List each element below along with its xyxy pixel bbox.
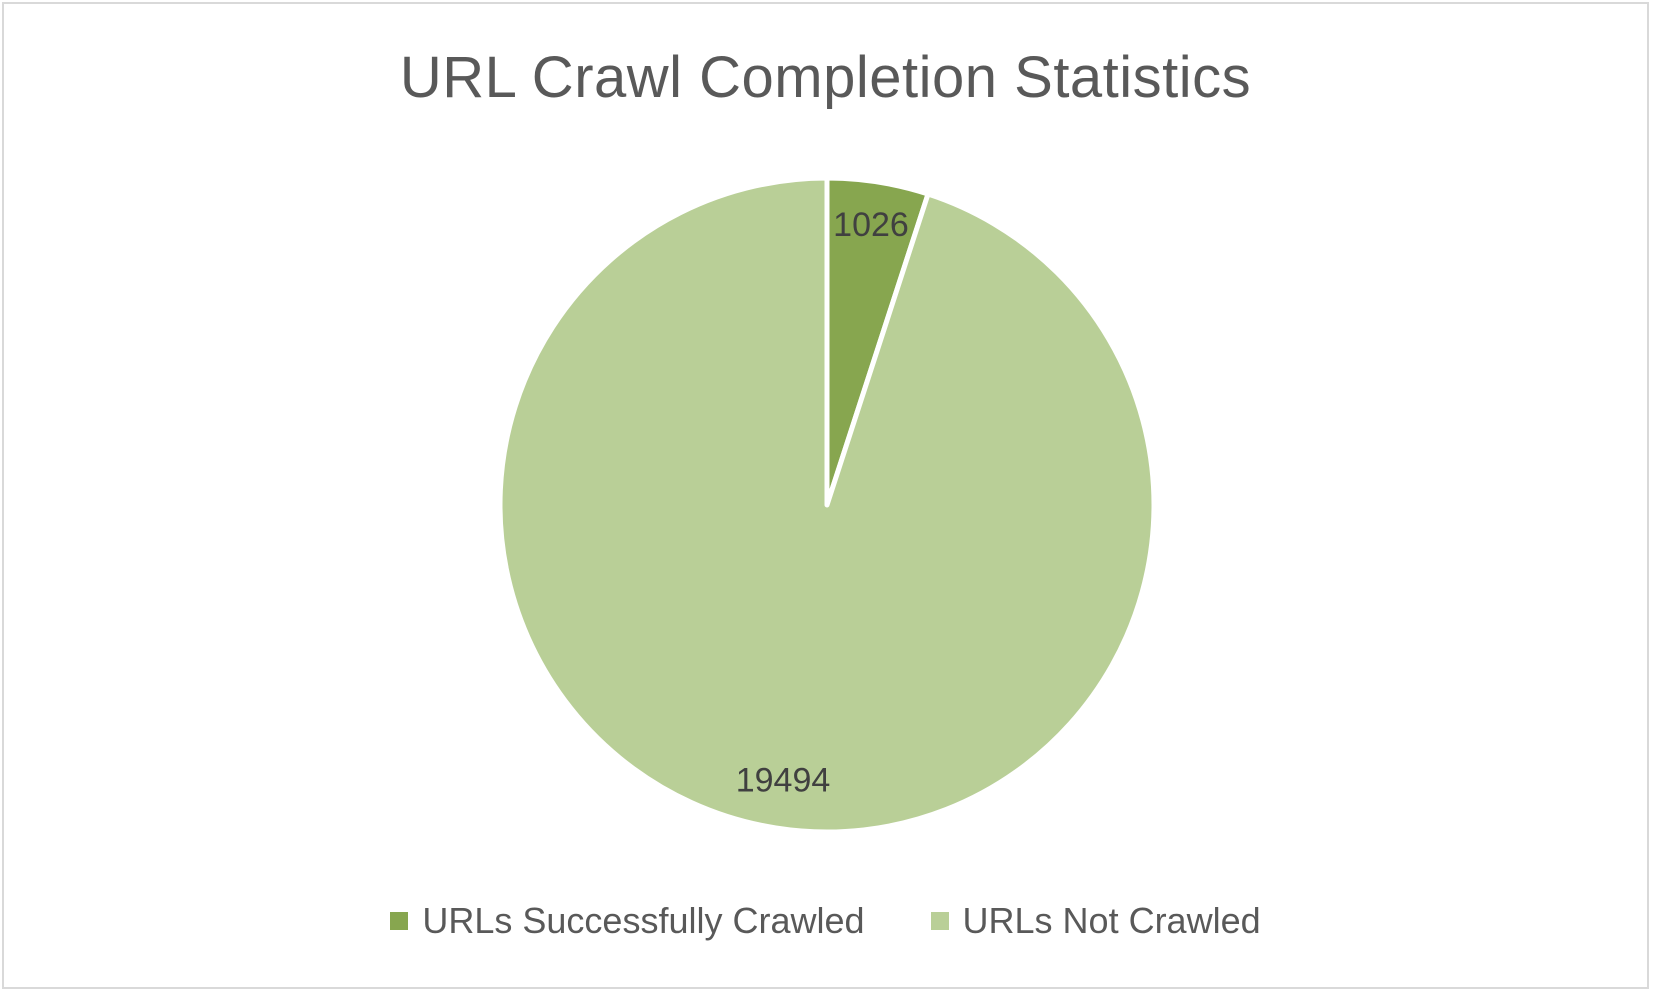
pie-chart: 1026 19494 [497,175,1157,835]
legend-item-successfully-crawled: URLs Successfully Crawled [390,900,865,942]
legend-label-not-crawled: URLs Not Crawled [962,900,1261,941]
slice-not-crawled [497,175,1157,835]
pie-slices [497,175,1157,835]
data-label-successfully-crawled: 1026 [833,206,909,244]
legend-swatch-successfully-crawled [390,912,409,930]
legend-swatch-not-crawled [930,912,949,930]
data-label-not-crawled: 19494 [736,762,831,800]
chart-area: URL Crawl Completion Statistics 1026 1949… [2,2,1649,989]
legend: URLs Successfully Crawled URLs Not Crawl… [4,900,1647,942]
legend-label-successfully-crawled: URLs Successfully Crawled [422,900,865,941]
legend-item-not-crawled: URLs Not Crawled [930,900,1261,942]
